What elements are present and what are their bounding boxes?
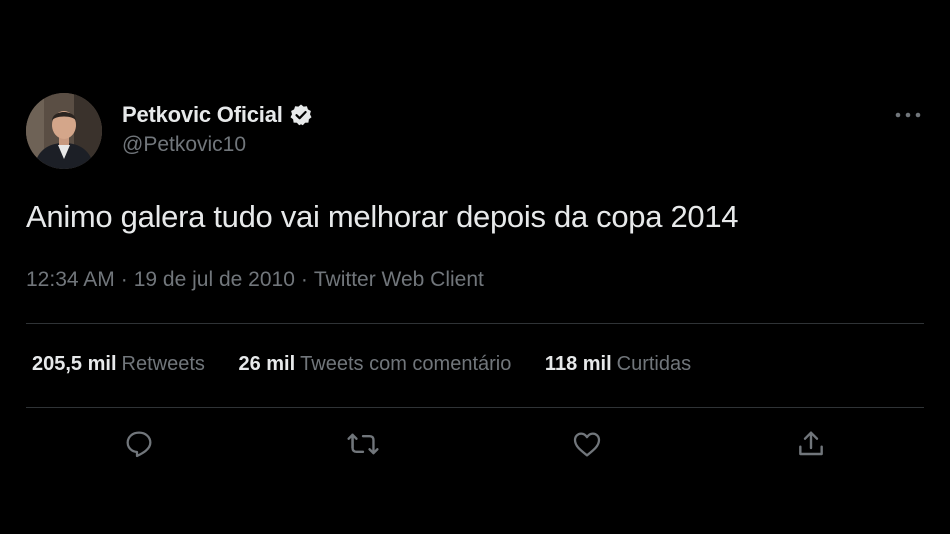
meta-separator: · [120,268,128,291]
author-name-row[interactable]: Petkovic Oficial [122,100,313,130]
likes-count: 118 mil [544,353,612,375]
tweet-actions [0,422,950,466]
divider [26,323,924,324]
retweet-icon[interactable] [341,422,385,466]
retweets-label: Retweets [121,353,205,375]
tweet-card: Petkovic Oficial @Petkovic10 Animo galer… [0,0,950,534]
tweet-date[interactable]: 19 de jul de 2010 [134,268,295,292]
more-options-icon[interactable] [893,104,923,126]
tweet-time[interactable]: 12:34 AM [26,268,115,292]
quotes-stat[interactable]: 26 mil Tweets com comentário [238,353,511,376]
retweets-count: 205,5 mil [32,353,117,375]
likes-label: Curtidas [616,353,692,375]
like-icon[interactable] [565,422,609,466]
likes-stat[interactable]: 118 mil Curtidas [545,353,691,376]
quotes-label: Tweets com comentário [300,353,512,375]
avatar[interactable] [26,93,102,169]
verified-badge-icon [289,103,313,127]
author-handle[interactable]: @Petkovic10 [122,133,246,157]
profile-photo-icon [26,93,102,169]
tweet-stats: 205,5 mil Retweets 26 mil Tweets com comen… [32,353,719,376]
tweet-meta: 12:34 AM · 19 de jul de 2010 · Twitter Web C… [26,268,484,292]
retweets-stat[interactable]: 205,5 mil Retweets [32,353,205,376]
tweet-source[interactable]: Twitter Web Client [314,268,484,292]
author-display-name[interactable]: Petkovic Oficial [122,102,283,128]
quotes-count: 26 mil [238,353,296,375]
divider [26,407,924,408]
tweet-text: Animo galera tudo vai melhorar depois da… [26,199,739,234]
meta-separator: · [300,268,308,291]
share-icon[interactable] [789,422,833,466]
reply-icon[interactable] [117,422,161,466]
